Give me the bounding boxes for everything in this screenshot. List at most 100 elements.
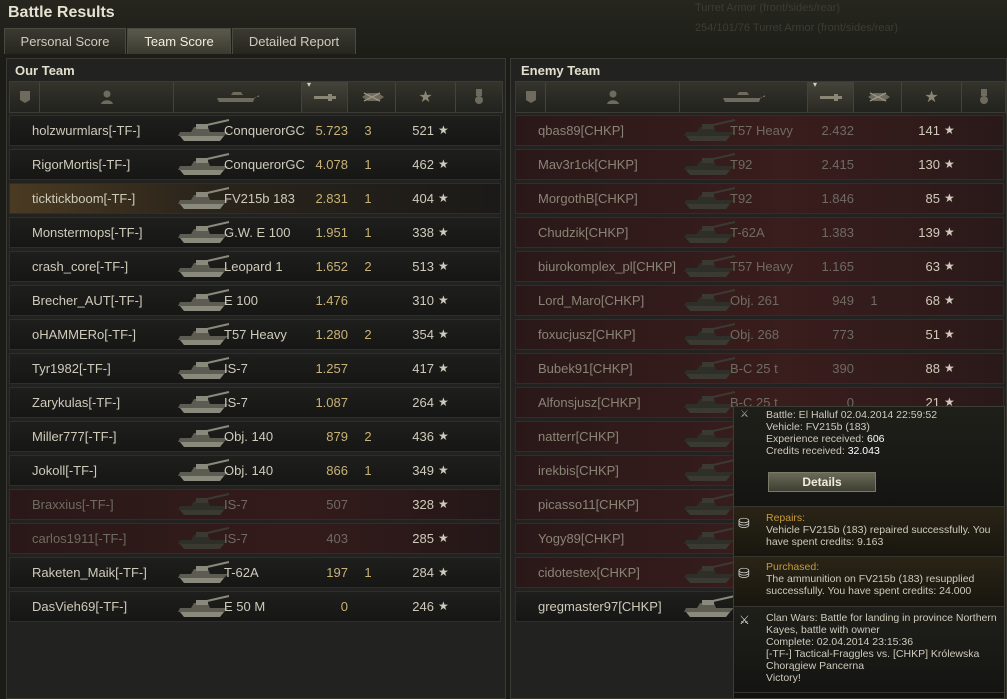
xp-icon[interactable]: ★ (396, 82, 456, 112)
player-name: Zarykulas[-TF-] (32, 395, 121, 410)
player-icon[interactable] (40, 82, 174, 112)
player-row[interactable]: Lord_Maro[CHKP] Obj. 261 949 1 68 ★ (515, 285, 1004, 316)
repairs-text: have spent credits: 9.163 (766, 536, 884, 548)
star-icon: ★ (944, 123, 955, 137)
player-row[interactable]: Brecher_AUT[-TF-] E 100 1.476 310 ★ (9, 285, 501, 316)
kills-icon[interactable] (854, 82, 902, 112)
kills-value: 1 (364, 565, 372, 580)
vehicle-line: Vehicle: FV215b (183) (766, 421, 870, 433)
player-name: foxucjusz[CHKP] (538, 327, 636, 342)
kills-value (358, 388, 378, 417)
player-row[interactable]: holzwurmlars[-TF-] ConquerorGC 5.723 3 521 ★ (9, 115, 501, 146)
tank-icon (680, 560, 738, 586)
player-row[interactable]: Tyr1982[-TF-] IS-7 1.257 417 ★ (9, 353, 501, 384)
tank-name: E 100 (224, 293, 258, 308)
player-row[interactable]: DasVieh69[-TF-] E 50 M 0 246 ★ (9, 591, 501, 622)
player-row[interactable]: oHAMMERo[-TF-] T57 Heavy 1.280 2 354 ★ (9, 319, 501, 350)
player-name: biurokomplex_pl[CHKP] (538, 259, 677, 274)
purchased-text: The ammunition on FV215b (183) resupplie… (766, 573, 975, 585)
tank-icon (680, 458, 738, 484)
kills-value (358, 354, 378, 383)
player-row[interactable]: Braxxius[-TF-] IS-7 507 328 ★ (9, 489, 501, 520)
repairs-label: Repairs: (766, 512, 806, 524)
player-row[interactable]: Mav3r1ck[CHKP] T92 2.415 130 ★ (515, 149, 1004, 180)
player-row[interactable]: Chudzik[CHKP] T-62A 1.383 139 ★ (515, 217, 1004, 248)
xp-value: 63 (925, 259, 940, 274)
player-name: DasVieh69[-TF-] (32, 599, 128, 614)
tab-team-score[interactable]: Team Score (127, 28, 231, 54)
tank-name: Leopard 1 (224, 259, 283, 274)
star-icon: ★ (438, 497, 449, 511)
player-icon[interactable] (546, 82, 680, 112)
damage-sort-icon[interactable]: ▾ (808, 80, 854, 112)
kills-value (358, 490, 378, 519)
player-row[interactable]: Miller777[-TF-] Obj. 140 879 2 436 ★ (9, 421, 501, 452)
star-icon: ★ (438, 429, 449, 443)
xp-value: 310 (412, 293, 434, 308)
cw-text: Kayes, battle with owner (766, 624, 880, 636)
cw-text: Complete: 02.04.2014 23:15:36 (766, 636, 914, 648)
star-icon: ★ (438, 361, 449, 375)
tank-name: T57 Heavy (730, 123, 793, 138)
kills-value: 1 (364, 157, 372, 172)
tab-detailed-report[interactable]: Detailed Report (232, 28, 356, 54)
tank-icon (680, 526, 738, 552)
star-icon: ★ (944, 327, 955, 341)
damage-value: 1.087 (315, 395, 348, 410)
tank-icon[interactable] (174, 82, 302, 112)
star-icon: ★ (438, 565, 449, 579)
our-team-header: ▾ ★ (9, 80, 503, 113)
player-row[interactable]: qbas89[CHKP] T57 Heavy 2.432 141 ★ (515, 115, 1004, 146)
tank-name: Obj. 140 (224, 463, 274, 478)
platoon-icon[interactable] (516, 82, 546, 112)
xp-value: 68 (925, 293, 940, 308)
player-row[interactable]: Zarykulas[-TF-] IS-7 1.087 264 ★ (9, 387, 501, 418)
player-row[interactable]: MorgothB[CHKP] T92 1.846 85 ★ (515, 183, 1004, 214)
kills-value (864, 150, 884, 179)
tab-personal-score[interactable]: Personal Score (4, 28, 126, 54)
xp-line: Experience received: 606 (766, 433, 885, 446)
xp-value: 338 (412, 225, 434, 240)
xp-value: 606 (866, 433, 885, 445)
player-row[interactable]: Monstermops[-TF-] G.W. E 100 1.951 1 338 ★ (9, 217, 501, 248)
player-row[interactable]: Jokoll[-TF-] Obj. 140 866 1 349 ★ (9, 455, 501, 486)
player-name: picasso11[CHKP] (538, 497, 639, 512)
xp-value: 141 (918, 123, 940, 138)
tank-name: Obj. 140 (224, 429, 274, 444)
kills-value (358, 286, 378, 315)
damage-value: 390 (832, 361, 854, 376)
damage-value: 1.383 (821, 225, 854, 240)
kills-icon[interactable] (348, 82, 396, 112)
damage-value: 866 (326, 463, 348, 478)
purchased-label: Purchased: (766, 561, 820, 573)
player-row[interactable]: foxucjusz[CHKP] Obj. 268 773 51 ★ (515, 319, 1004, 350)
player-row[interactable]: RigorMortis[-TF-] ConquerorGC 4.078 1 462 ★ (9, 149, 501, 180)
damage-sort-icon[interactable]: ▾ (302, 80, 348, 112)
player-row[interactable]: crash_core[-TF-] Leopard 1 1.652 2 513 ★ (9, 251, 501, 282)
window-title: Battle Results (8, 4, 115, 21)
clan-wars-icon: ⚔ (739, 613, 750, 627)
details-button[interactable]: Details (768, 472, 876, 492)
top-bar: Battle Results Turret Armor (front/sides… (0, 0, 1007, 58)
player-row[interactable]: Raketen_Maik[-TF-] T-62A 197 1 284 ★ (9, 557, 501, 588)
player-name: Jokoll[-TF-] (32, 463, 97, 478)
tank-name: Obj. 261 (730, 293, 780, 308)
kills-value: 3 (364, 123, 372, 138)
player-row[interactable]: Bubek91[CHKP] B-C 25 t 390 88 ★ (515, 353, 1004, 384)
xp-value: 462 (412, 157, 434, 172)
cw-result: Victory! (766, 672, 801, 684)
kills-value (358, 524, 378, 553)
xp-icon[interactable]: ★ (902, 82, 962, 112)
medal-icon[interactable] (962, 82, 1006, 112)
player-row[interactable]: ticktickboom[-TF-] FV215b 183 2.831 1 404 ★ (9, 183, 501, 214)
medal-icon[interactable] (456, 82, 502, 112)
credits-label: Credits received: (766, 445, 845, 457)
tank-icon[interactable] (680, 82, 808, 112)
xp-value: 284 (412, 565, 434, 580)
damage-value: 1.951 (315, 225, 348, 240)
platoon-icon[interactable] (10, 82, 40, 112)
player-row[interactable]: biurokomplex_pl[CHKP] T57 Heavy 1.165 63 ★ (515, 251, 1004, 282)
battle-line: Battle: El Halluf 02.04.2014 22:59:52 (766, 409, 938, 421)
player-row[interactable]: carlos1911[-TF-] IS-7 403 285 ★ (9, 523, 501, 554)
kills-value: 1 (364, 463, 372, 478)
